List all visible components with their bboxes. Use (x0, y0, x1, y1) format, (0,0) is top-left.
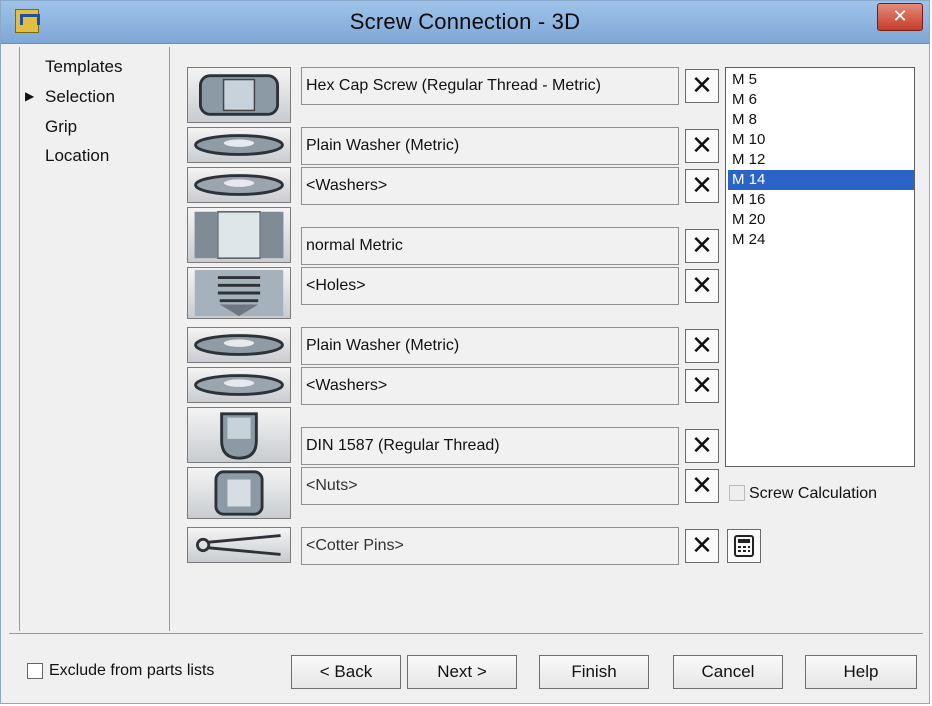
nav-item-templates[interactable]: Templates (45, 57, 122, 77)
size-item[interactable]: M 6 (728, 90, 914, 110)
screw-field[interactable]: Hex Cap Screw (Regular Thread - Metric) (301, 67, 679, 105)
clear-holes-add-button[interactable]: ✕ (685, 269, 719, 303)
clear-top-washer-button[interactable]: ✕ (685, 129, 719, 163)
screw-calculation-checkbox[interactable] (729, 485, 745, 501)
exclude-parts-list-checkbox[interactable] (27, 663, 43, 679)
size-item[interactable]: M 8 (728, 110, 914, 130)
threaded-hole-icon (187, 267, 291, 319)
size-item[interactable]: M 10 (728, 130, 914, 150)
plain-washer-icon (187, 327, 291, 363)
size-item[interactable]: M 12 (728, 150, 914, 170)
next-button[interactable]: Next > (407, 655, 517, 689)
nav-pane: Templates Selection Grip Location (19, 47, 170, 631)
window-title: Screw Connection - 3D (349, 9, 581, 34)
washer-icon (187, 167, 291, 203)
finish-button[interactable]: Finish (539, 655, 649, 689)
nav-item-selection[interactable]: Selection (25, 87, 115, 107)
nav-item-location[interactable]: Location (45, 146, 109, 166)
help-button[interactable]: Help (805, 655, 917, 689)
size-list[interactable]: M 5 M 6 M 8 M 10 M 12 M 14 M 16 M 20 M 2… (725, 67, 915, 467)
close-button[interactable]: ✕ (877, 3, 923, 31)
size-item[interactable]: M 5 (728, 70, 914, 90)
clear-nut-button[interactable]: ✕ (685, 429, 719, 463)
size-item[interactable]: M 16 (728, 190, 914, 210)
top-washers-add-field[interactable]: <Washers> (301, 167, 679, 205)
plain-washer-icon (187, 127, 291, 163)
clear-cotter-pins-button[interactable]: ✕ (685, 529, 719, 563)
hex-nut-icon (187, 467, 291, 519)
hole-field[interactable]: normal Metric (301, 227, 679, 265)
bottom-washers-add-field[interactable]: <Washers> (301, 367, 679, 405)
clear-screw-button[interactable]: ✕ (685, 69, 719, 103)
cancel-button[interactable]: Cancel (673, 655, 783, 689)
cap-nut-icon (187, 407, 291, 463)
back-button[interactable]: < Back (291, 655, 401, 689)
washer-icon (187, 367, 291, 403)
hex-cap-screw-icon (187, 67, 291, 123)
cotter-pins-field[interactable]: <Cotter Pins> (301, 527, 679, 565)
clear-hole-button[interactable]: ✕ (685, 229, 719, 263)
holes-add-field[interactable]: <Holes> (301, 267, 679, 305)
nuts-add-field[interactable]: <Nuts> (301, 467, 679, 505)
dialog-window: Screw Connection - 3D ✕ Templates Select… (0, 0, 930, 704)
nav-item-grip[interactable]: Grip (45, 117, 77, 137)
hole-icon (187, 207, 291, 263)
size-item[interactable]: M 24 (728, 230, 914, 250)
nut-field[interactable]: DIN 1587 (Regular Thread) (301, 427, 679, 465)
size-item[interactable]: M 20 (728, 210, 914, 230)
footer-separator (9, 633, 923, 634)
calculator-button[interactable] (727, 529, 761, 563)
clear-bottom-washer-button[interactable]: ✕ (685, 329, 719, 363)
clear-top-washers-add-button[interactable]: ✕ (685, 169, 719, 203)
calculator-icon (734, 535, 754, 557)
screw-calculation-label: Screw Calculation (749, 485, 878, 502)
top-washer-field[interactable]: Plain Washer (Metric) (301, 127, 679, 165)
size-item-selected[interactable]: M 14 (728, 170, 914, 190)
clear-bottom-washers-add-button[interactable]: ✕ (685, 369, 719, 403)
title-bar[interactable]: Screw Connection - 3D ✕ (1, 1, 929, 44)
cotter-pin-icon (187, 527, 291, 563)
bottom-washer-field[interactable]: Plain Washer (Metric) (301, 327, 679, 365)
clear-nuts-add-button[interactable]: ✕ (685, 469, 719, 503)
exclude-parts-list-label: Exclude from parts lists (49, 662, 215, 679)
